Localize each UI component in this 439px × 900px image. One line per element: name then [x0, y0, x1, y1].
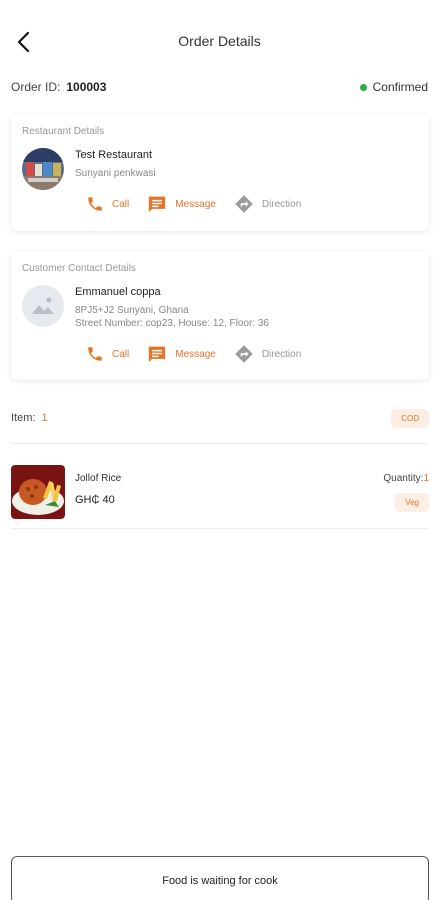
- divider: [11, 443, 428, 444]
- item-price: GH₵ 40: [75, 494, 115, 506]
- order-id-value: 100003: [66, 80, 107, 94]
- restaurant-actions: Call Message Direction: [86, 192, 319, 216]
- customer-message-button[interactable]: Message: [147, 345, 216, 363]
- restaurant-details-card: Restaurant Details Test Restaurant Sunya…: [11, 115, 429, 231]
- list-item: Jollof Rice GH₵ 40 Quantity:1 Veg: [11, 465, 429, 521]
- order-status-button[interactable]: Food is waiting for cook: [11, 856, 429, 900]
- order-id-label: Order ID:: [11, 80, 61, 94]
- customer-message-label: Message: [175, 348, 216, 360]
- customer-call-label: Call: [112, 348, 130, 360]
- items-count: 1: [41, 412, 48, 424]
- restaurant-call-button[interactable]: Call: [86, 195, 129, 213]
- status-text: Confirmed: [372, 80, 428, 94]
- divider: [11, 528, 428, 529]
- quantity-label: Quantity:: [383, 473, 424, 484]
- direction-icon: [235, 345, 253, 363]
- message-icon: [149, 196, 166, 213]
- status-dot-icon: [359, 83, 367, 91]
- customer-section-title: Customer Contact Details: [22, 263, 136, 274]
- message-icon: [149, 346, 166, 363]
- items-label: Item:: [11, 412, 36, 424]
- item-quantity: Quantity:1: [383, 473, 429, 484]
- veg-badge: Veg: [395, 493, 429, 512]
- direction-icon: [235, 195, 253, 213]
- food-photo-icon: [11, 465, 65, 519]
- customer-call-button[interactable]: Call: [86, 345, 129, 363]
- customer-actions: Call Message Direction: [86, 342, 319, 366]
- restaurant-direction-label: Direction: [261, 198, 302, 210]
- image-placeholder-icon: [22, 285, 64, 327]
- restaurant-address: Sunyani penkwasi: [75, 168, 156, 179]
- restaurant-photo-icon: [22, 148, 64, 190]
- restaurant-message-button[interactable]: Message: [147, 195, 216, 213]
- customer-name: Emmanuel coppa: [75, 286, 161, 298]
- page-title: Order Details: [178, 33, 261, 49]
- customer-address-line1: 8PJ5+J2 Sunyani, Ghana: [75, 305, 189, 316]
- customer-direction-label: Direction: [261, 348, 302, 360]
- restaurant-avatar: [22, 148, 64, 190]
- app-header: Order Details: [0, 0, 439, 80]
- phone-icon: [88, 197, 102, 211]
- phone-icon: [88, 347, 102, 361]
- restaurant-section-title: Restaurant Details: [22, 126, 105, 137]
- item-image: [11, 465, 65, 519]
- restaurant-direction-button[interactable]: Direction: [234, 194, 301, 214]
- order-status: Confirmed: [359, 80, 428, 94]
- payment-method-badge: COD: [391, 408, 429, 428]
- customer-details-card: Customer Contact Details Emmanuel coppa …: [11, 252, 429, 380]
- order-summary-row: Order ID: 100003 Confirmed: [11, 78, 428, 96]
- item-name: Jollof Rice: [75, 473, 122, 484]
- restaurant-name: Test Restaurant: [75, 149, 153, 161]
- restaurant-call-label: Call: [112, 198, 130, 210]
- customer-direction-button[interactable]: Direction: [234, 344, 301, 364]
- items-summary-row: Item: 1 COD: [11, 406, 429, 430]
- quantity-value: 1: [423, 473, 429, 484]
- customer-address-line2: Street Number: cop23, House: 12, Floor: …: [75, 318, 269, 329]
- customer-avatar: [22, 285, 64, 327]
- restaurant-message-label: Message: [175, 198, 216, 210]
